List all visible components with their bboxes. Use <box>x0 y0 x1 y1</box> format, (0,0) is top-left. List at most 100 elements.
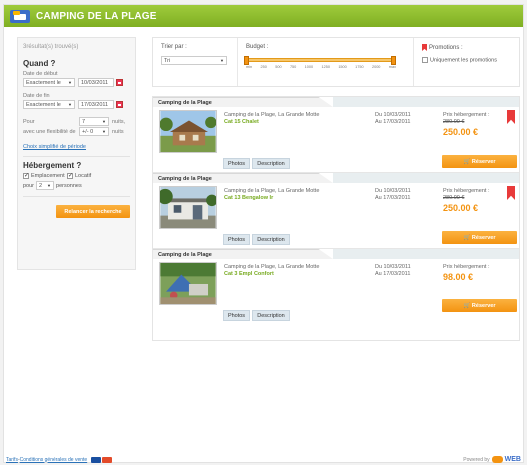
chevron-down-icon: ▼ <box>220 58 224 63</box>
cart-icon: 🛒 <box>463 234 472 241</box>
lodging-title: Hébergement ? <box>23 161 82 170</box>
relaunch-search-button[interactable]: Relancer la recherche <box>56 205 130 218</box>
visa-card-icon <box>91 456 102 463</box>
card-tab: Camping de la Plage <box>153 173 333 183</box>
flex-unit: nuits <box>112 128 124 135</box>
bungalow-photo[interactable] <box>159 186 217 229</box>
promo-only-checkbox[interactable] <box>422 57 428 64</box>
price: 250.00 € <box>443 127 479 137</box>
promo-only-label: Uniquement les promotions <box>430 57 497 64</box>
results-list: Camping de la Plage Photos Description C… <box>152 96 520 341</box>
date-from: Du 10/03/2011 <box>375 264 411 270</box>
chevron-down-icon: ▼ <box>102 119 106 124</box>
divider <box>23 156 130 157</box>
persons-select[interactable]: 2 ▼ <box>36 181 55 190</box>
promo-label: Promotions : <box>429 45 463 52</box>
budget-filter: Budget : min 250 500 750 1000 1250 1500 1750 200… <box>238 38 414 86</box>
card-tab: Camping de la Plage <box>153 97 333 107</box>
calendar-icon[interactable] <box>116 79 123 86</box>
date-to: Au 17/03/2011 <box>375 119 411 125</box>
description-button[interactable]: Description <box>252 310 290 321</box>
photos-button[interactable]: Photos <box>223 158 250 169</box>
tarifs-link[interactable]: Tarifs <box>6 457 18 463</box>
site-title: CAMPING DE LA PLAGE <box>36 10 157 22</box>
budget-min-handle[interactable] <box>244 56 249 65</box>
budget-label: Budget : <box>246 44 269 50</box>
address: Camping de la Plage, La Grande Motte <box>224 188 320 194</box>
search-sidebar: 3résultat(s) trouvé(s) Quand ? Date de d… <box>17 37 136 270</box>
category[interactable]: Cat 15 Chalet <box>224 119 374 126</box>
budget-tick: 1750 <box>355 65 364 69</box>
budget-tick: 1000 <box>304 65 314 69</box>
sort-label: Trier par : <box>161 44 187 50</box>
pitch-photo[interactable] <box>159 262 217 305</box>
start-mode-select[interactable]: Exactement le ▼ <box>23 78 75 87</box>
flexibility-select[interactable]: +/- 0 ▼ <box>79 127 109 136</box>
cart-icon: 🛒 <box>463 302 472 309</box>
end-mode-select[interactable]: Exactement le ▼ <box>23 100 75 109</box>
budget-tick: 1250 <box>321 65 330 69</box>
chevron-down-icon: ▼ <box>47 183 52 188</box>
calendar-icon[interactable] <box>116 101 123 108</box>
photos-button[interactable]: Photos <box>223 234 250 245</box>
description-button[interactable]: Description <box>252 158 290 169</box>
payment-cards <box>90 456 113 463</box>
description-button[interactable]: Description <box>252 234 290 245</box>
sort-filter: Trier par : Tri ▼ <box>153 38 238 86</box>
budget-tick: 500 <box>275 65 282 69</box>
simple-period-link[interactable]: Choix simplifié de période <box>23 144 130 150</box>
flexibility-label: avec une flexibilité de <box>23 128 76 135</box>
address: Camping de la Plage, La Grande Motte <box>224 112 320 118</box>
photos-button[interactable]: Photos <box>223 310 250 321</box>
date-from: Du 10/03/2011 <box>375 188 411 194</box>
brand-logo-icon <box>491 456 503 463</box>
category[interactable]: Cat 3 Empl Confort <box>224 271 374 278</box>
budget-max-handle[interactable] <box>391 56 396 65</box>
price: 98.00 € <box>443 272 474 282</box>
filters-bar: Trier par : Tri ▼ Budget : min 250 500 750 10… <box>152 37 520 87</box>
reserve-button[interactable]: 🛒 Réserver <box>442 299 517 312</box>
start-date-label: Date de début <box>23 71 58 77</box>
chevron-down-icon: ▼ <box>68 102 72 107</box>
cgv-link[interactable]: Conditions générales de vente <box>20 457 88 463</box>
chalet-photo[interactable] <box>159 110 217 153</box>
site-header: CAMPING DE LA PLAGE <box>4 5 523 27</box>
address: Camping de la Plage, La Grande Motte <box>224 264 320 270</box>
result-card: Camping de la Plage Photos Description C… <box>153 97 519 173</box>
card-tab: Camping de la Plage <box>153 249 333 259</box>
date-to: Au 17/03/2011 <box>375 195 411 201</box>
budget-tick: 750 <box>289 65 297 69</box>
reserve-button[interactable]: 🛒 Réserver <box>442 231 517 244</box>
start-date-input[interactable]: 10/03/2011 <box>78 78 114 87</box>
budget-tick: 1500 <box>338 65 347 69</box>
date-from: Du 10/03/2011 <box>375 112 411 118</box>
budget-slider[interactable] <box>244 56 396 65</box>
bookmark-icon <box>422 44 427 51</box>
budget-tick: max <box>388 65 396 69</box>
result-count: 3résultat(s) trouvé(s) <box>23 44 79 50</box>
end-date-label: Date de fin <box>23 93 50 99</box>
mastercard-icon <box>102 456 113 463</box>
result-card: Camping de la Plage Photos Description C… <box>153 173 519 249</box>
for-label: Pour <box>23 118 35 125</box>
nights-select[interactable]: 7 ▼ <box>79 117 109 126</box>
budget-tick: 250 <box>260 65 267 69</box>
budget-ticks: min 250 500 750 1000 1250 1500 1750 2000 max <box>246 65 396 69</box>
locatif-checkbox[interactable] <box>67 172 73 179</box>
budget-tick: min <box>246 65 253 69</box>
category[interactable]: Cat 13 Bengalow Ir <box>224 195 374 202</box>
emplacement-checkbox[interactable] <box>23 172 29 179</box>
nights-unit: nuits, <box>112 118 126 125</box>
promo-filter: Promotions : Uniquement les promotions <box>414 38 519 86</box>
divider <box>23 196 130 197</box>
sort-select[interactable]: Tri ▼ <box>161 56 227 65</box>
result-card: Camping de la Plage Photos Description C… <box>153 249 519 325</box>
persons-prefix: pour <box>23 182 35 189</box>
end-date-input[interactable]: 17/03/2011 <box>78 100 114 109</box>
reserve-button[interactable]: 🛒 Réserver <box>442 155 517 168</box>
date-to: Au 17/03/2011 <box>375 271 411 277</box>
emplacement-label: Emplacement <box>31 173 65 179</box>
footer: Tarifs - Conditions générales de vente P… <box>3 454 524 465</box>
when-title: Quand ? <box>23 59 56 68</box>
persons-unit: personnes <box>56 182 82 189</box>
